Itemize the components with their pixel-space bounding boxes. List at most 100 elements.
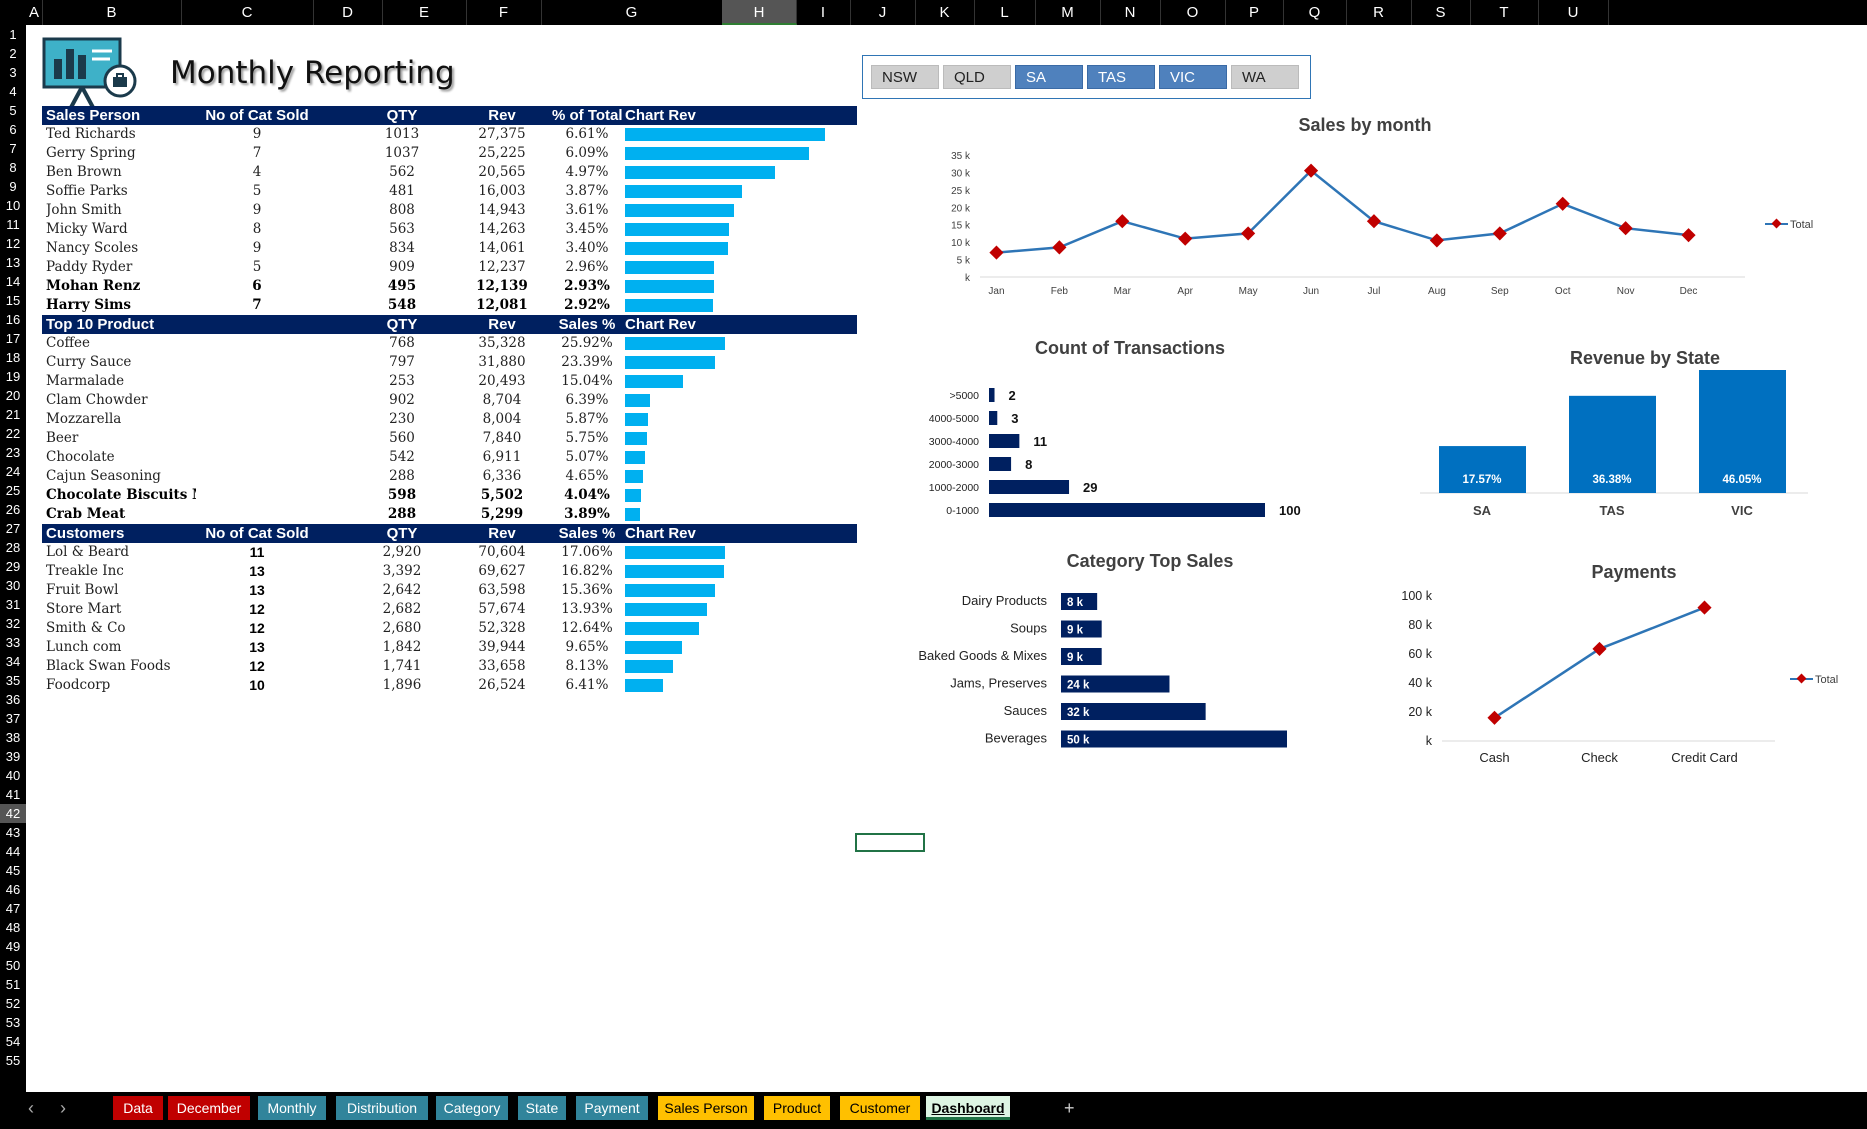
row-header-26[interactable]: 26 bbox=[0, 500, 26, 519]
column-header-q[interactable]: Q bbox=[1283, 0, 1347, 25]
row-header-25[interactable]: 25 bbox=[0, 481, 26, 500]
slicer-item-sa[interactable]: SA bbox=[1015, 65, 1083, 89]
column-header-j[interactable]: J bbox=[850, 0, 916, 25]
column-header-o[interactable]: O bbox=[1160, 0, 1226, 25]
row-header-5[interactable]: 5 bbox=[0, 101, 26, 120]
column-header-e[interactable]: E bbox=[382, 0, 467, 25]
row-header-48[interactable]: 48 bbox=[0, 918, 26, 937]
row-header-18[interactable]: 18 bbox=[0, 348, 26, 367]
tab-distribution[interactable]: Distribution bbox=[336, 1096, 428, 1120]
row-header-42[interactable]: 42 bbox=[0, 804, 26, 823]
tab-customer[interactable]: Customer bbox=[840, 1096, 920, 1120]
row-header-46[interactable]: 46 bbox=[0, 880, 26, 899]
column-header-k[interactable]: K bbox=[915, 0, 975, 25]
tab-category[interactable]: Category bbox=[436, 1096, 508, 1120]
row-header-43[interactable]: 43 bbox=[0, 823, 26, 842]
slicer-item-qld[interactable]: QLD bbox=[943, 65, 1011, 89]
row-header-45[interactable]: 45 bbox=[0, 861, 26, 880]
column-header-h[interactable]: H bbox=[722, 0, 797, 25]
row-header-28[interactable]: 28 bbox=[0, 538, 26, 557]
row-header-23[interactable]: 23 bbox=[0, 443, 26, 462]
row-header-54[interactable]: 54 bbox=[0, 1032, 26, 1051]
row-header-32[interactable]: 32 bbox=[0, 614, 26, 633]
tab-payment[interactable]: Payment bbox=[576, 1096, 648, 1120]
row-header-24[interactable]: 24 bbox=[0, 462, 26, 481]
tab-nav-prev-button[interactable]: ‹ bbox=[18, 1096, 44, 1120]
row-header-52[interactable]: 52 bbox=[0, 994, 26, 1013]
row-header-14[interactable]: 14 bbox=[0, 272, 26, 291]
row-header-33[interactable]: 33 bbox=[0, 633, 26, 652]
row-header-20[interactable]: 20 bbox=[0, 386, 26, 405]
tab-sales-person[interactable]: Sales Person bbox=[658, 1096, 754, 1120]
row-header-22[interactable]: 22 bbox=[0, 424, 26, 443]
row-header-16[interactable]: 16 bbox=[0, 310, 26, 329]
row-header-27[interactable]: 27 bbox=[0, 519, 26, 538]
row-header-31[interactable]: 31 bbox=[0, 595, 26, 614]
column-header-l[interactable]: L bbox=[974, 0, 1036, 25]
row-header-50[interactable]: 50 bbox=[0, 956, 26, 975]
column-header-c[interactable]: C bbox=[181, 0, 314, 25]
column-header-s[interactable]: S bbox=[1411, 0, 1471, 25]
row-header-40[interactable]: 40 bbox=[0, 766, 26, 785]
row-header-51[interactable]: 51 bbox=[0, 975, 26, 994]
row-header-13[interactable]: 13 bbox=[0, 253, 26, 272]
column-header-t[interactable]: T bbox=[1470, 0, 1539, 25]
row-header-39[interactable]: 39 bbox=[0, 747, 26, 766]
slicer-item-nsw[interactable]: NSW bbox=[871, 65, 939, 89]
row-header-53[interactable]: 53 bbox=[0, 1013, 26, 1032]
row-header-38[interactable]: 38 bbox=[0, 728, 26, 747]
column-header-i[interactable]: I bbox=[796, 0, 851, 25]
sales-by-month-chart[interactable]: k 5 k 10 k 15 k 20 k 25 k 30 k 35 k Jan Feb Mar Apr… bbox=[930, 140, 1830, 330]
row-header-34[interactable]: 34 bbox=[0, 652, 26, 671]
column-header-g[interactable]: G bbox=[541, 0, 723, 25]
row-header-11[interactable]: 11 bbox=[0, 215, 26, 234]
row-header-21[interactable]: 21 bbox=[0, 405, 26, 424]
category-top-sales-chart[interactable]: Dairy Products 8 k Soups 9 k Baked Goods & M… bbox=[900, 585, 1300, 755]
revenue-by-state-chart[interactable]: 17.57% SA 36.38% TAS 46.05% VIC bbox=[1410, 365, 1830, 530]
row-header-10[interactable]: 10 bbox=[0, 196, 26, 215]
row-header-36[interactable]: 36 bbox=[0, 690, 26, 709]
slicer-item-tas[interactable]: TAS bbox=[1087, 65, 1155, 89]
payments-chart[interactable]: k 20 k 40 k 60 k 80 k 100 k Cash Check Credit Ca… bbox=[1380, 585, 1860, 775]
row-header-35[interactable]: 35 bbox=[0, 671, 26, 690]
tab-state[interactable]: State bbox=[518, 1096, 566, 1120]
column-header-p[interactable]: P bbox=[1225, 0, 1284, 25]
row-header-15[interactable]: 15 bbox=[0, 291, 26, 310]
column-header-u[interactable]: U bbox=[1538, 0, 1609, 25]
row-header-1[interactable]: 1 bbox=[0, 25, 26, 44]
row-header-4[interactable]: 4 bbox=[0, 82, 26, 101]
count-of-transactions-chart[interactable]: >5000 2 4000-5000 3 3000-4000 11 2000-3000 8 100… bbox=[900, 375, 1320, 525]
row-header-41[interactable]: 41 bbox=[0, 785, 26, 804]
column-header-n[interactable]: N bbox=[1100, 0, 1161, 25]
column-header-d[interactable]: D bbox=[313, 0, 383, 25]
tab-dashboard[interactable]: Dashboard bbox=[926, 1096, 1010, 1120]
row-header-12[interactable]: 12 bbox=[0, 234, 26, 253]
row-header-55[interactable]: 55 bbox=[0, 1051, 26, 1070]
active-cell-h42[interactable] bbox=[855, 833, 925, 852]
row-header-9[interactable]: 9 bbox=[0, 177, 26, 196]
row-header-6[interactable]: 6 bbox=[0, 120, 26, 139]
slicer-item-vic[interactable]: VIC bbox=[1159, 65, 1227, 89]
tab-data[interactable]: Data bbox=[113, 1096, 163, 1120]
column-header-r[interactable]: R bbox=[1346, 0, 1412, 25]
column-header-b[interactable]: B bbox=[42, 0, 182, 25]
row-header-17[interactable]: 17 bbox=[0, 329, 26, 348]
row-header-3[interactable]: 3 bbox=[0, 63, 26, 82]
row-header-29[interactable]: 29 bbox=[0, 557, 26, 576]
column-header-f[interactable]: F bbox=[466, 0, 542, 25]
row-header-44[interactable]: 44 bbox=[0, 842, 26, 861]
column-header-m[interactable]: M bbox=[1035, 0, 1101, 25]
tab-nav-next-button[interactable]: › bbox=[50, 1096, 76, 1120]
tab-product[interactable]: Product bbox=[764, 1096, 830, 1120]
tab-monthly[interactable]: Monthly bbox=[258, 1096, 326, 1120]
tab-december[interactable]: December bbox=[168, 1096, 250, 1120]
row-header-49[interactable]: 49 bbox=[0, 937, 26, 956]
row-header-8[interactable]: 8 bbox=[0, 158, 26, 177]
column-header-a[interactable]: A bbox=[26, 0, 43, 25]
slicer-item-wa[interactable]: WA bbox=[1231, 65, 1299, 89]
add-sheet-button[interactable]: + bbox=[1054, 1096, 1085, 1120]
row-header-37[interactable]: 37 bbox=[0, 709, 26, 728]
row-header-47[interactable]: 47 bbox=[0, 899, 26, 918]
row-header-7[interactable]: 7 bbox=[0, 139, 26, 158]
row-header-19[interactable]: 19 bbox=[0, 367, 26, 386]
